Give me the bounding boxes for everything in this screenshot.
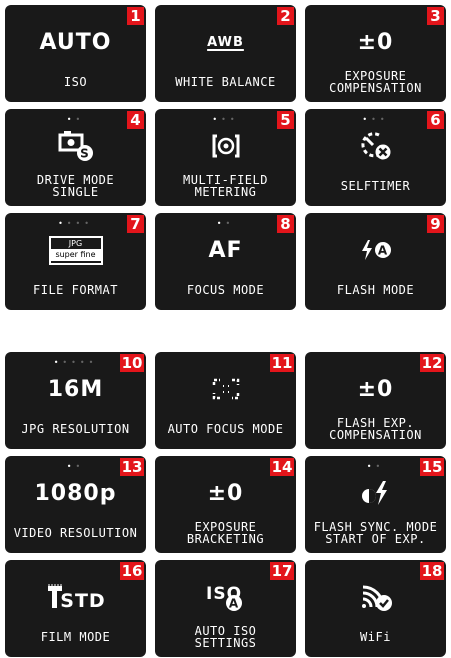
jpg-text: JPG <box>68 238 83 248</box>
tile-drive-mode[interactable]: •• 4 S DRIVE MODE SINGLE <box>5 109 146 206</box>
tile-label: JPG RESOLUTION <box>21 422 130 436</box>
tile-jpg-resolution[interactable]: ••••• 10 16M JPG RESOLUTION <box>5 352 146 449</box>
iso-value: AUTO <box>39 29 112 55</box>
tile-selftimer[interactable]: ••• 6 SELFTIMER <box>305 109 446 206</box>
tile-film-mode[interactable]: 16 STD FILM MODE <box>5 560 146 657</box>
focus-mode-value: AF <box>208 237 243 263</box>
tile-label: AUTO FOCUS MODE <box>167 422 284 436</box>
tile-flash-mode[interactable]: 9 A FLASH MODE <box>305 213 446 310</box>
auto-iso-icon: ISO A <box>155 578 296 616</box>
tile-label: FILE FORMAT <box>33 283 118 297</box>
tile-label: FLASH SYNC. MODE START OF EXP. <box>313 520 438 546</box>
wifi-connected-icon <box>305 578 446 616</box>
tile-label: AUTO ISO SETTINGS <box>194 624 257 650</box>
tile-label: MULTI-FIELD METERING <box>183 173 268 199</box>
tile-label: EXPOSURE COMPENSATION <box>329 69 422 95</box>
tile-label: FLASH MODE <box>336 283 415 297</box>
tile-auto-iso-settings[interactable]: 17 ISO A AUTO ISO SETTINGS <box>155 560 296 657</box>
page-dots: •• <box>66 115 85 124</box>
tile-label: DRIVE MODE SINGLE <box>36 173 115 199</box>
tile-flash-sync-mode[interactable]: •• 15 FLASH SYNC. MODE START OF EXP. <box>305 456 446 553</box>
film-mode-text: STD <box>60 590 105 611</box>
page-dots: ••• <box>362 115 389 124</box>
selftimer-off-icon <box>305 127 446 165</box>
flash-auto-icon: A <box>305 231 446 269</box>
tile-exposure-compensation[interactable]: 3 ±0 EXPOSURE COMPENSATION <box>305 5 446 102</box>
tile-label: FOCUS MODE <box>186 283 265 297</box>
white-balance-value: AWB <box>207 34 244 50</box>
exposure-compensation-value: ±0 <box>357 29 394 55</box>
tile-wifi[interactable]: 18 WiFi <box>305 560 446 657</box>
menu-grid-top: 1 AUTO ISO 2 AWB WHITE BALANCE 3 ±0 EXPO… <box>0 0 451 310</box>
exposure-bracketing-value: ±0 <box>207 480 244 506</box>
page-dots: •••• <box>58 219 93 228</box>
tile-file-format[interactable]: •••• 7 JPG super fine FILE FORMAT <box>5 213 146 310</box>
tile-iso[interactable]: 1 AUTO ISO <box>5 5 146 102</box>
tile-label: WiFi <box>360 630 391 644</box>
tile-label: FILM MODE <box>40 630 111 644</box>
page-dots: ••• <box>212 115 239 124</box>
tile-label: WHITE BALANCE <box>175 75 276 89</box>
tile-label: SELFTIMER <box>340 179 411 193</box>
svg-text:S: S <box>80 147 90 161</box>
jpg-resolution-value: 16M <box>47 376 104 402</box>
jpg-superfine-icon: JPG super fine <box>5 231 146 269</box>
flash-exp-value: ±0 <box>357 376 394 402</box>
tile-label: ISO <box>63 75 88 89</box>
superfine-text: super fine <box>50 248 101 261</box>
tile-exposure-bracketing[interactable]: 14 ±0 EXPOSURE BRACKETING <box>155 456 296 553</box>
auto-iso-letter: A <box>228 597 238 611</box>
flash-sync-start-icon <box>305 474 446 512</box>
tile-label: FLASH EXP. COMPENSATION <box>329 416 422 442</box>
multi-field-metering-icon <box>155 127 296 165</box>
tile-metering[interactable]: ••• 5 MULTI-FIELD METERING <box>155 109 296 206</box>
drive-mode-single-icon: S <box>5 127 146 165</box>
film-mode-std-icon: STD <box>5 578 146 616</box>
autofocus-field-icon <box>155 370 296 408</box>
tile-label: VIDEO RESOLUTION <box>13 526 138 540</box>
flash-auto-letter: A <box>377 244 387 258</box>
tile-auto-focus-mode[interactable]: 11 AUTO FOCUS MODE <box>155 352 296 449</box>
tile-video-resolution[interactable]: •• 13 1080p VIDEO RESOLUTION <box>5 456 146 553</box>
tile-white-balance[interactable]: 2 AWB WHITE BALANCE <box>155 5 296 102</box>
menu-grid-bottom: ••••• 10 16M JPG RESOLUTION 11 AUTO FOCU… <box>0 347 451 657</box>
video-resolution-value: 1080p <box>34 480 117 506</box>
tile-label: EXPOSURE BRACKETING <box>186 520 265 546</box>
tile-flash-exposure-compensation[interactable]: 12 ±0 FLASH EXP. COMPENSATION <box>305 352 446 449</box>
tile-focus-mode[interactable]: •• 8 AF FOCUS MODE <box>155 213 296 310</box>
page-dots: •• <box>216 219 235 228</box>
